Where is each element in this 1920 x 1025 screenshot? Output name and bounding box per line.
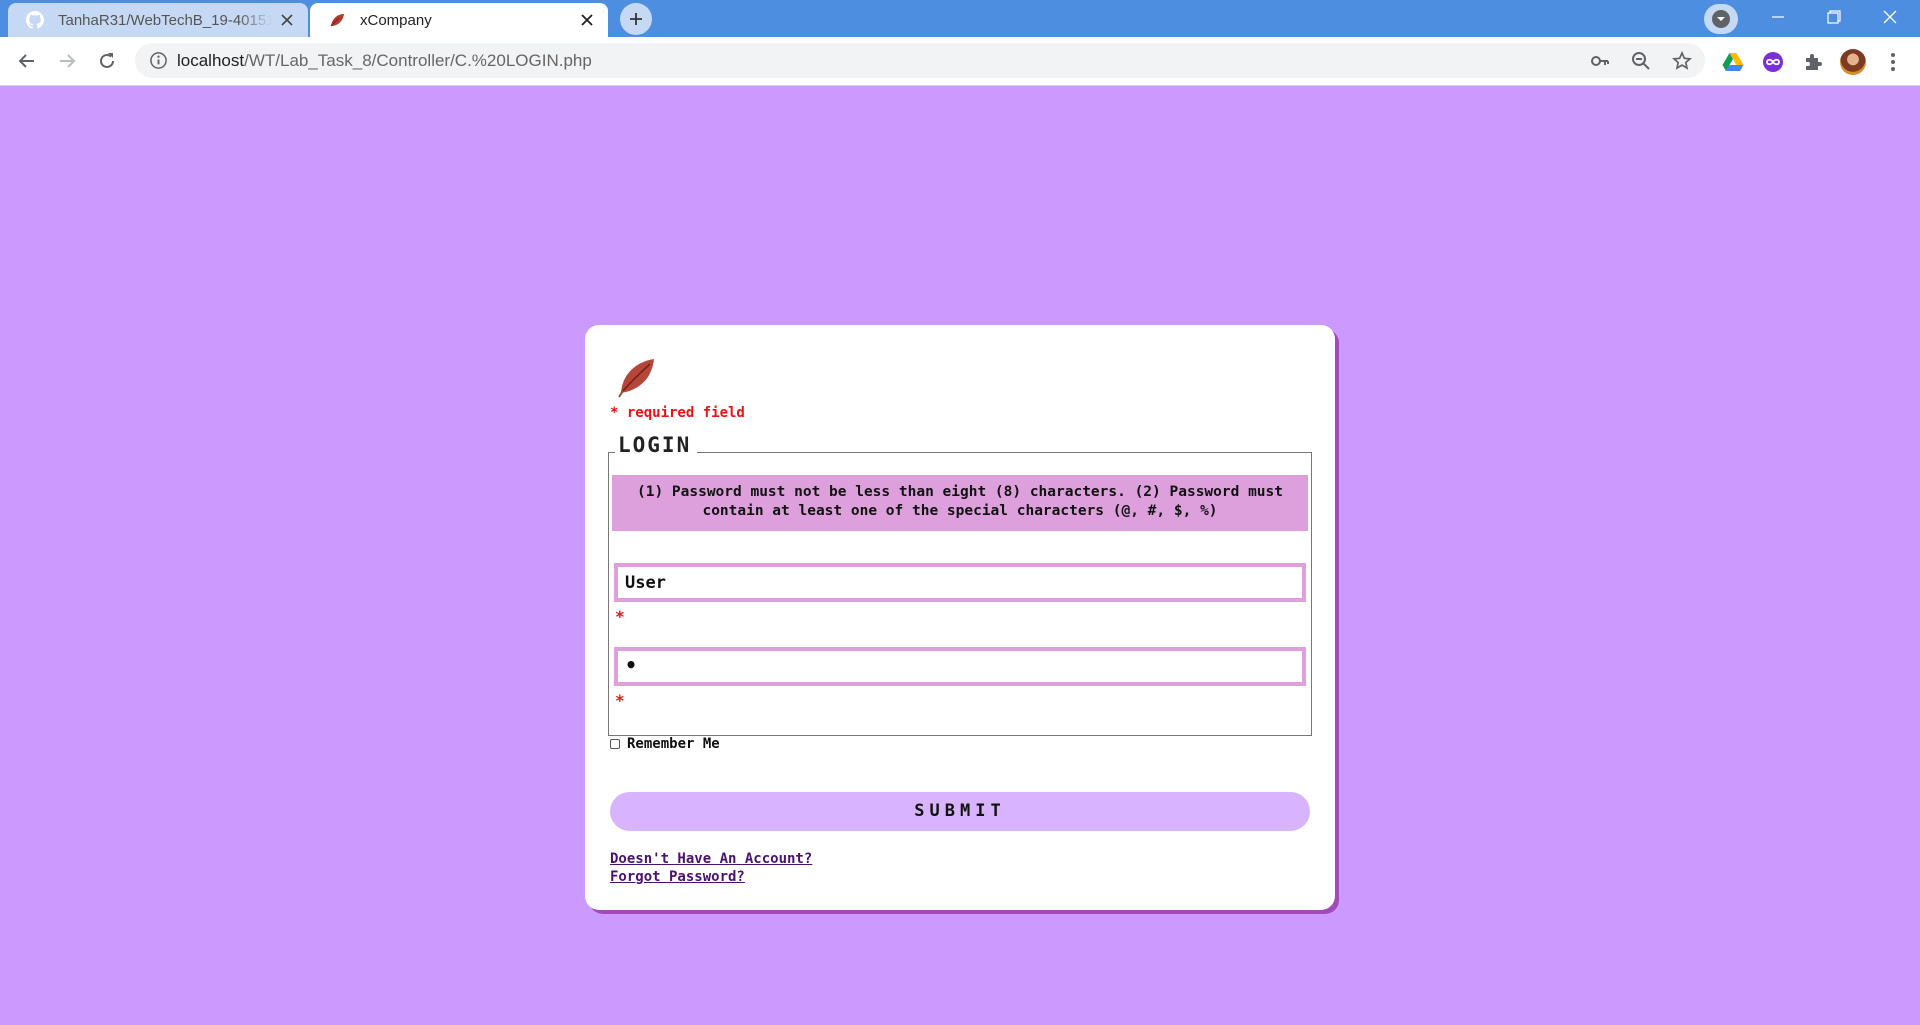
restore-icon (1827, 10, 1841, 24)
browser-toolbar: localhost/WT/Lab_Task_8/Controller/C.%20… (0, 37, 1920, 86)
remember-me-label: Remember Me (627, 736, 720, 752)
arrow-left-icon (18, 54, 34, 68)
forward-button[interactable] (51, 45, 83, 77)
minimize-icon (1772, 16, 1784, 18)
back-button[interactable] (11, 45, 43, 77)
required-star: * (615, 691, 625, 710)
leaf-icon (320, 12, 354, 28)
close-tab-icon[interactable] (272, 14, 302, 26)
tab-xcompany[interactable]: xCompany (310, 3, 608, 37)
password-input[interactable]: • (614, 647, 1306, 686)
restore-button[interactable] (1806, 0, 1862, 34)
page-viewport: * required field LOGIN (1) Password must… (0, 87, 1920, 1025)
zoom-out-icon[interactable] (1629, 49, 1653, 73)
browser-titlebar: TanhaR31/WebTechB_19-40151-1 xCompany (0, 0, 1920, 37)
url-text[interactable]: localhost/WT/Lab_Task_8/Controller/C.%20… (177, 51, 592, 71)
reload-button[interactable] (91, 45, 123, 77)
username-input[interactable]: User (614, 563, 1306, 602)
submit-button[interactable]: SUBMIT (610, 792, 1310, 831)
minimize-button[interactable] (1750, 0, 1806, 34)
address-bar[interactable]: localhost/WT/Lab_Task_8/Controller/C.%20… (135, 43, 1705, 78)
remember-me-checkbox[interactable] (610, 739, 620, 749)
tab-search-button[interactable] (1704, 4, 1738, 34)
new-tab-button[interactable] (620, 3, 652, 35)
profile-avatar[interactable] (1840, 49, 1866, 75)
remember-me[interactable]: Remember Me (610, 736, 720, 752)
leaf-logo-icon (613, 353, 659, 399)
arrow-right-icon (60, 54, 76, 68)
login-card: * required field LOGIN (1) Password must… (585, 325, 1335, 910)
chevron-down-icon (1712, 10, 1730, 28)
menu-kebab-icon[interactable] (1880, 49, 1906, 75)
close-tab-icon[interactable] (572, 14, 602, 26)
plus-icon (630, 13, 642, 25)
bookmark-star-icon[interactable] (1670, 49, 1694, 73)
info-icon[interactable] (149, 51, 168, 70)
required-star: * (615, 607, 625, 626)
tab-title: TanhaR31/WebTechB_19-40151-1 (58, 11, 272, 29)
extensions-puzzle-icon[interactable] (1800, 49, 1826, 75)
signup-link[interactable]: Doesn't Have An Account? (610, 851, 812, 867)
tab-title: xCompany (360, 11, 432, 29)
key-icon[interactable] (1588, 49, 1612, 73)
tab-github[interactable]: TanhaR31/WebTechB_19-40151-1 (8, 3, 308, 37)
reload-icon (100, 53, 114, 68)
required-field-note: * required field (610, 405, 745, 421)
google-drive-icon[interactable] (1720, 49, 1746, 75)
close-window-button[interactable] (1862, 0, 1918, 34)
extension-infinity-icon[interactable] (1760, 49, 1786, 75)
login-legend: LOGIN (615, 433, 698, 457)
url-host: localhost (177, 51, 245, 70)
url-path: /WT/Lab_Task_8/Controller/C.%20LOGIN.php (244, 51, 592, 70)
github-icon (18, 11, 52, 29)
forgot-password-link[interactable]: Forgot Password? (610, 869, 745, 885)
close-icon (1883, 10, 1897, 24)
password-rules-notice: (1) Password must not be less than eight… (612, 475, 1308, 531)
